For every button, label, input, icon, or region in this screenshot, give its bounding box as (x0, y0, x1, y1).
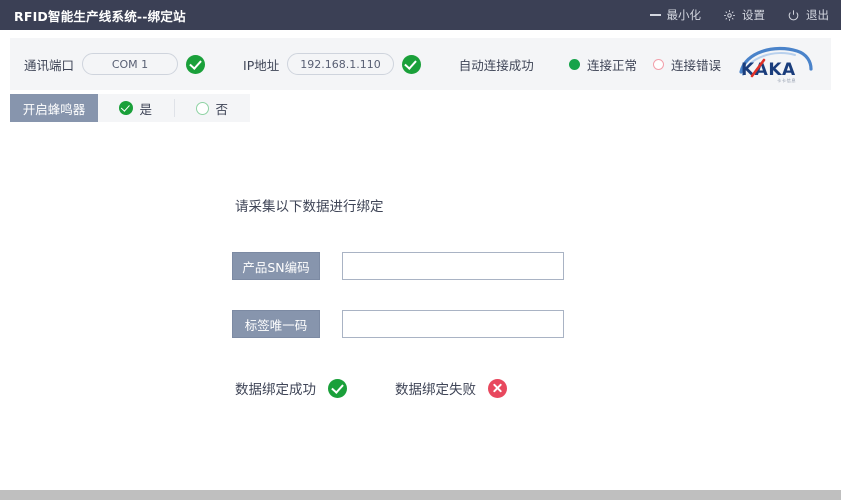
buzzer-yes-label: 是 (139, 101, 152, 117)
hollow-circle-icon (196, 101, 210, 115)
company-logo: KAKA 卡卡信息 (735, 42, 817, 86)
check-circle-icon (119, 101, 134, 115)
title-bar: RFID智能生产线系统--绑定站 最小化 设置 退出 (0, 0, 841, 30)
instruction-text: 请采集以下数据进行绑定 (235, 199, 384, 215)
form-row-sn: 产品SN编码 (232, 252, 590, 280)
status-error-label: 连接错误 (670, 57, 721, 73)
tag-field-label: 标签唯一码 (232, 310, 320, 338)
sn-field-label: 产品SN编码 (232, 252, 320, 280)
minimize-label: 最小化 (666, 8, 702, 22)
status-ok-label: 连接正常 (586, 57, 637, 73)
connection-message: 自动连接成功 (458, 57, 534, 73)
filled-dot-icon (568, 58, 580, 70)
check-circle-icon (328, 378, 347, 398)
ip-value-field[interactable]: 192.168.1.110 (287, 53, 394, 75)
svg-text:卡卡信息: 卡卡信息 (777, 77, 796, 84)
bottom-status-bar (0, 490, 841, 500)
port-status-check-circle-icon (186, 54, 206, 74)
x-circle-icon (488, 378, 507, 398)
result-failure: 数据绑定失败 (395, 378, 507, 398)
status-connection-ok: 连接正常 (568, 55, 637, 74)
binding-result-row: 数据绑定成功 数据绑定失败 (235, 378, 507, 398)
main-content: 请采集以下数据进行绑定 产品SN编码 标签唯一码 数据绑定成功 数据绑定失败 (0, 140, 841, 490)
settings-button[interactable]: 设置 (723, 7, 765, 23)
sn-input[interactable] (342, 252, 564, 280)
result-success-label: 数据绑定成功 (235, 382, 316, 398)
status-connection-error: 连接错误 (652, 55, 721, 74)
port-label: 通讯端口 (24, 57, 75, 73)
app-window: RFID智能生产线系统--绑定站 最小化 设置 退出 通讯端口 COM 1 IP… (0, 0, 841, 500)
minimize-icon (649, 14, 661, 16)
power-icon (787, 9, 800, 22)
buzzer-no-label: 否 (215, 101, 228, 117)
buzzer-option-no[interactable]: 否 (175, 94, 251, 122)
buzzer-label: 开启蜂鸣器 (10, 94, 98, 122)
gear-icon (723, 9, 736, 22)
exit-button[interactable]: 退出 (787, 7, 829, 23)
exit-label: 退出 (806, 8, 829, 22)
ip-label: IP地址 (243, 57, 280, 73)
buzzer-options: 是 否 (98, 94, 250, 122)
connection-toolbar: 通讯端口 COM 1 IP地址 192.168.1.110 自动连接成功 连接正… (10, 38, 831, 90)
page-title: RFID智能生产线系统--绑定站 (14, 8, 186, 24)
minimize-button[interactable]: 最小化 (649, 7, 702, 23)
window-controls: 最小化 设置 退出 (649, 7, 829, 23)
port-value-field[interactable]: COM 1 (82, 53, 179, 75)
form-row-tag: 标签唯一码 (232, 310, 590, 338)
result-failure-label: 数据绑定失败 (395, 382, 476, 398)
buzzer-option-yes[interactable]: 是 (98, 94, 174, 122)
tag-input[interactable] (342, 310, 564, 338)
svg-text:KAKA: KAKA (741, 60, 796, 80)
settings-label: 设置 (742, 8, 765, 22)
buzzer-control: 开启蜂鸣器 是 否 (10, 94, 250, 122)
hollow-dot-icon (652, 58, 664, 70)
result-success: 数据绑定成功 (235, 378, 347, 398)
ip-status-check-circle-icon (401, 54, 421, 74)
